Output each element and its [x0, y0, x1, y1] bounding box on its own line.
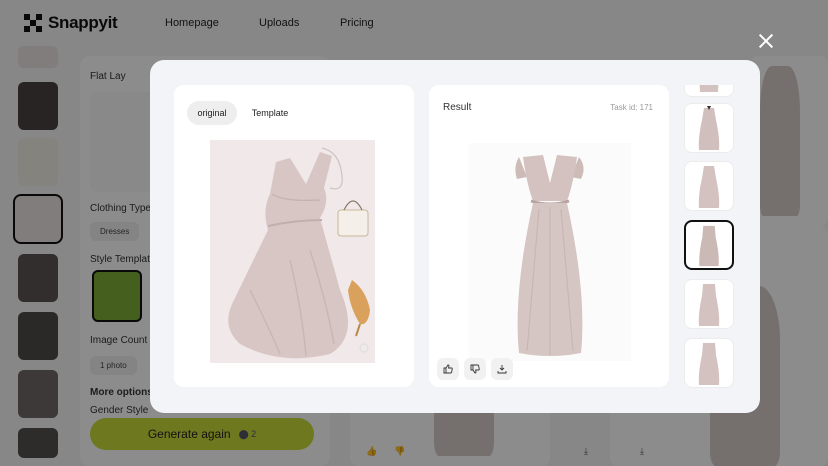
original-panel: original Template	[174, 85, 414, 387]
dress-thumbnail	[698, 284, 720, 326]
dress-thumbnail	[698, 343, 720, 385]
dress-thumbnail	[699, 85, 719, 92]
download-button[interactable]	[491, 358, 513, 380]
task-id: Task id: 171	[610, 103, 653, 112]
result-thumbnail[interactable]	[684, 161, 734, 211]
result-thumbnail[interactable]	[684, 85, 734, 97]
result-thumbnail[interactable]	[684, 279, 734, 329]
result-panel: Result Task id: 171	[429, 85, 669, 387]
result-preview-modal: original Template Result Task id: 171	[150, 60, 760, 413]
dress-thumbnail	[698, 106, 720, 150]
like-button[interactable]	[437, 358, 459, 380]
result-thumbnail[interactable]	[684, 338, 734, 388]
dislike-button[interactable]	[464, 358, 486, 380]
result-thumbnail-selected[interactable]	[684, 220, 734, 270]
result-image	[469, 143, 631, 361]
flat-lay-illustration	[210, 140, 375, 363]
close-icon[interactable]	[758, 33, 774, 49]
original-flat-lay-image	[210, 140, 375, 363]
tab-template[interactable]: Template	[244, 101, 296, 125]
result-title: Result	[443, 102, 472, 113]
result-thumbnail-strip	[682, 85, 738, 390]
dress-thumbnail	[698, 166, 720, 208]
result-thumbnail[interactable]	[684, 103, 734, 153]
thumbs-up-icon	[443, 364, 453, 374]
tab-original[interactable]: original	[187, 101, 237, 125]
thumbs-down-icon	[470, 364, 480, 374]
download-icon	[497, 365, 507, 374]
result-dress-illustration	[469, 143, 631, 361]
dress-thumbnail	[699, 225, 719, 267]
